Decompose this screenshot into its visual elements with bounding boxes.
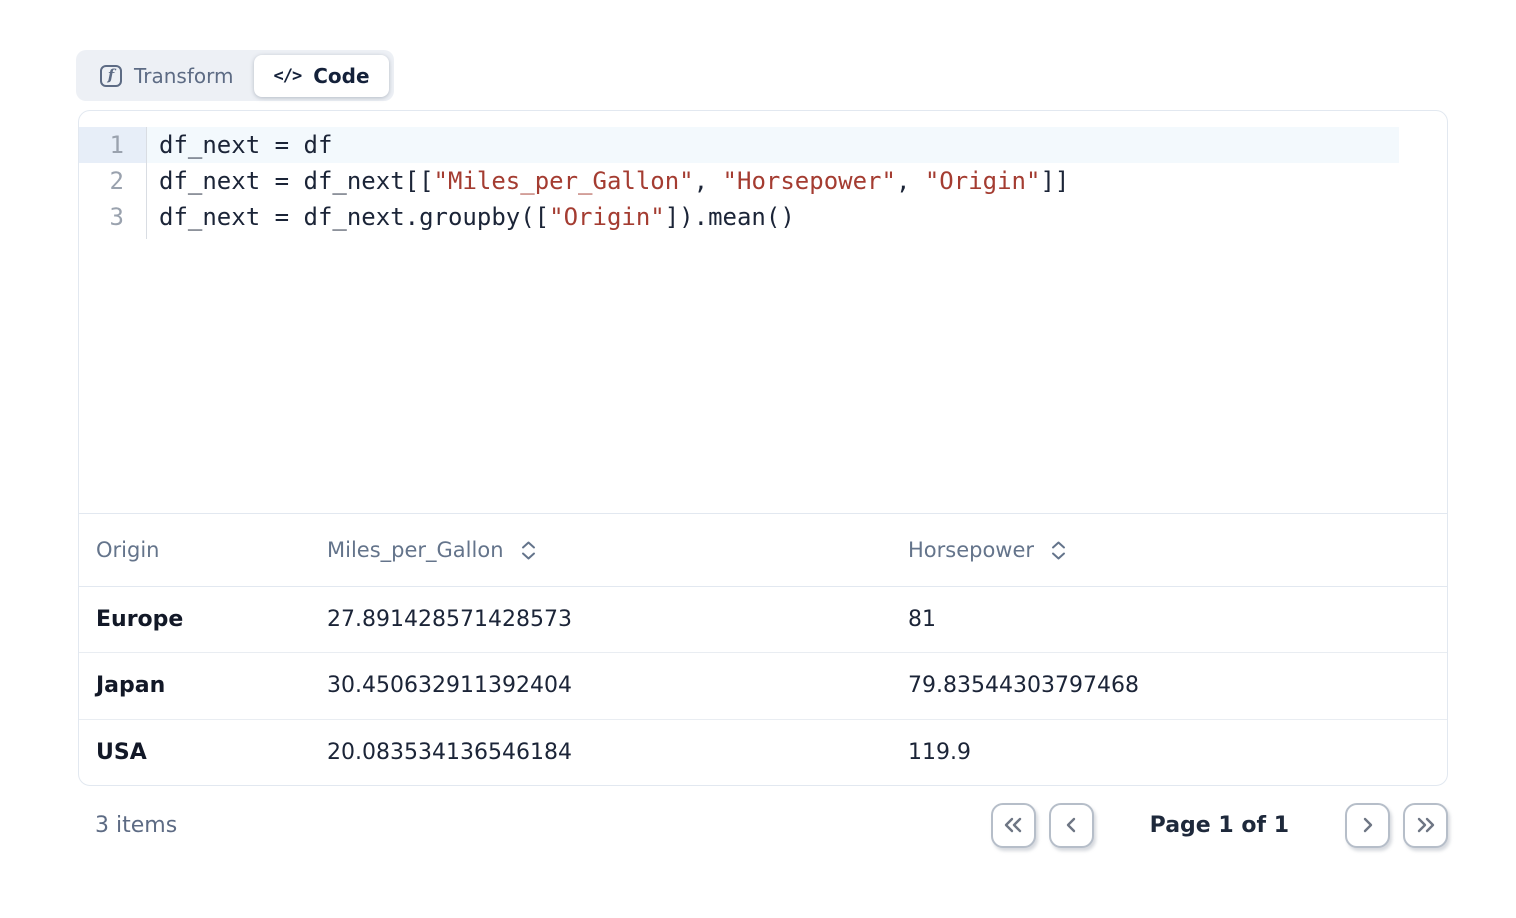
column-header-miles-per-gallon[interactable]: Miles_per_Gallon: [327, 538, 908, 562]
pagination: Page 1 of 1: [991, 803, 1448, 848]
cell-horsepower: 81: [908, 607, 1447, 632]
tab-code[interactable]: </> Code: [254, 55, 388, 97]
editor-content: df_next = df df_next = df_next[["Miles_p…: [147, 127, 1447, 513]
chevron-left-icon: [1063, 817, 1079, 833]
tab-transform-label: Transform: [134, 64, 233, 88]
chevron-right-icon: [1360, 817, 1376, 833]
cell-miles-per-gallon: 20.083534136546184: [327, 740, 908, 765]
tab-transform[interactable]: f Transform: [81, 55, 252, 97]
code-line[interactable]: df_next = df: [147, 127, 1399, 163]
double-chevron-left-icon: [1002, 817, 1024, 833]
cell-miles-per-gallon: 30.450632911392404: [327, 673, 908, 698]
table-row: Europe 27.891428571428573 81: [79, 587, 1447, 653]
function-icon: f: [100, 65, 122, 87]
table-row: Japan 30.450632911392404 79.835443037974…: [79, 653, 1447, 719]
tab-code-label: Code: [313, 64, 369, 88]
items-count: 3 items: [78, 813, 177, 838]
first-page-button[interactable]: [991, 803, 1036, 848]
transform-panel: 1 2 3 df_next = df df_next = df_next[["M…: [78, 110, 1448, 786]
column-header-origin: Origin: [79, 538, 327, 562]
sort-icon: [1051, 541, 1066, 560]
code-icon: </>: [273, 66, 301, 86]
table-header-row: Origin Miles_per_Gallon Horsepower: [79, 513, 1447, 587]
previous-page-button[interactable]: [1049, 803, 1094, 848]
line-number: 3: [79, 199, 146, 235]
code-editor[interactable]: 1 2 3 df_next = df df_next = df_next[["M…: [79, 111, 1447, 513]
page-indicator: Page 1 of 1: [1150, 813, 1289, 838]
sort-icon: [521, 541, 536, 560]
column-header-label: Horsepower: [908, 538, 1034, 562]
table-row: USA 20.083534136546184 119.9: [79, 720, 1447, 785]
code-line[interactable]: df_next = df_next[["Miles_per_Gallon", "…: [147, 163, 1447, 199]
view-tabbar: f Transform </> Code: [76, 50, 394, 101]
cell-horsepower: 79.83544303797468: [908, 673, 1447, 698]
column-header-horsepower[interactable]: Horsepower: [908, 538, 1447, 562]
cell-horsepower: 119.9: [908, 740, 1447, 765]
cell-origin: Japan: [79, 673, 327, 698]
table-footer: 3 items Page 1 of 1: [78, 800, 1448, 850]
line-number: 1: [79, 127, 146, 163]
column-header-label: Miles_per_Gallon: [327, 538, 504, 562]
cell-origin: Europe: [79, 607, 327, 632]
next-page-button[interactable]: [1345, 803, 1390, 848]
double-chevron-right-icon: [1415, 817, 1437, 833]
line-number: 2: [79, 163, 146, 199]
cell-origin: USA: [79, 740, 327, 765]
cell-miles-per-gallon: 27.891428571428573: [327, 607, 908, 632]
last-page-button[interactable]: [1403, 803, 1448, 848]
code-line[interactable]: df_next = df_next.groupby(["Origin"]).me…: [147, 199, 1447, 235]
editor-gutter: 1 2 3: [79, 127, 147, 239]
